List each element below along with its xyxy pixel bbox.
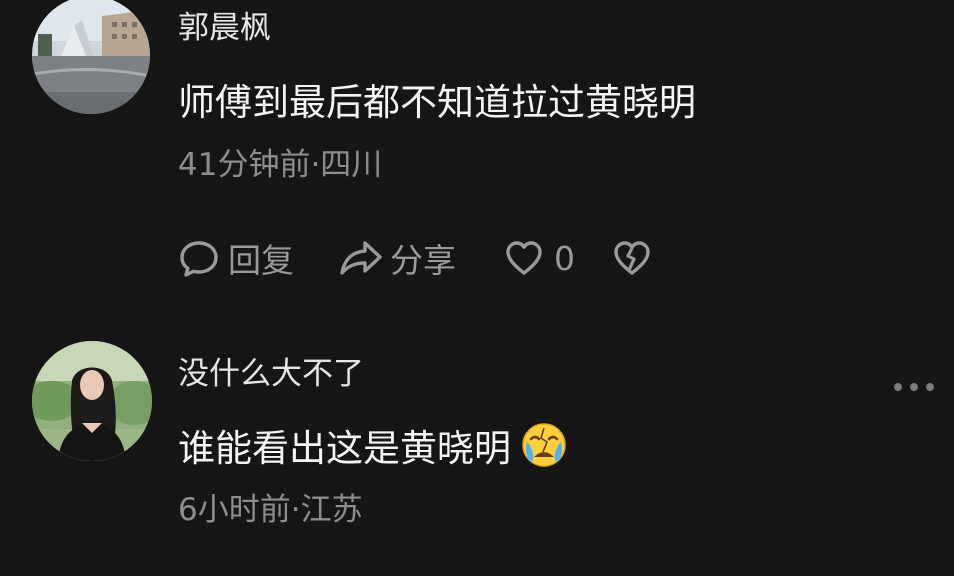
broken-heart-icon [614,241,650,275]
comment-text-row: 谁能看出这是黄晓明 [178,422,567,474]
dislike-button[interactable] [612,236,652,280]
like-count: 0 [554,238,575,278]
avatar[interactable] [32,341,152,461]
username[interactable]: 郭晨枫 [178,8,271,48]
heart-icon [506,241,542,275]
like-button[interactable]: 0 [504,236,575,280]
share-button[interactable]: 分享 [338,236,456,280]
avatar[interactable] [32,0,150,114]
share-icon [340,241,382,275]
building-photo-avatar [32,0,150,114]
comment-meta: 41分钟前·四川 [178,147,383,183]
reply-label: 回复 [228,241,294,280]
person-photo-avatar [32,341,152,461]
comment-text: 谁能看出这是黄晓明 [178,427,511,470]
reply-button[interactable]: 回复 [178,236,294,280]
comment-meta: 6小时前·江苏 [178,492,363,528]
more-options-icon[interactable] [894,377,934,397]
username[interactable]: 没什么大不了 [178,354,364,394]
comment-list: 郭晨枫 师傅到最后都不知道拉过黄晓明 41分钟前·四川 回复 分享 0 没什么大… [0,0,954,576]
crying-emoji-icon [521,422,567,468]
comment-text: 师傅到最后都不知道拉过黄晓明 [178,81,696,124]
share-label: 分享 [390,241,456,280]
reply-icon [180,241,218,277]
